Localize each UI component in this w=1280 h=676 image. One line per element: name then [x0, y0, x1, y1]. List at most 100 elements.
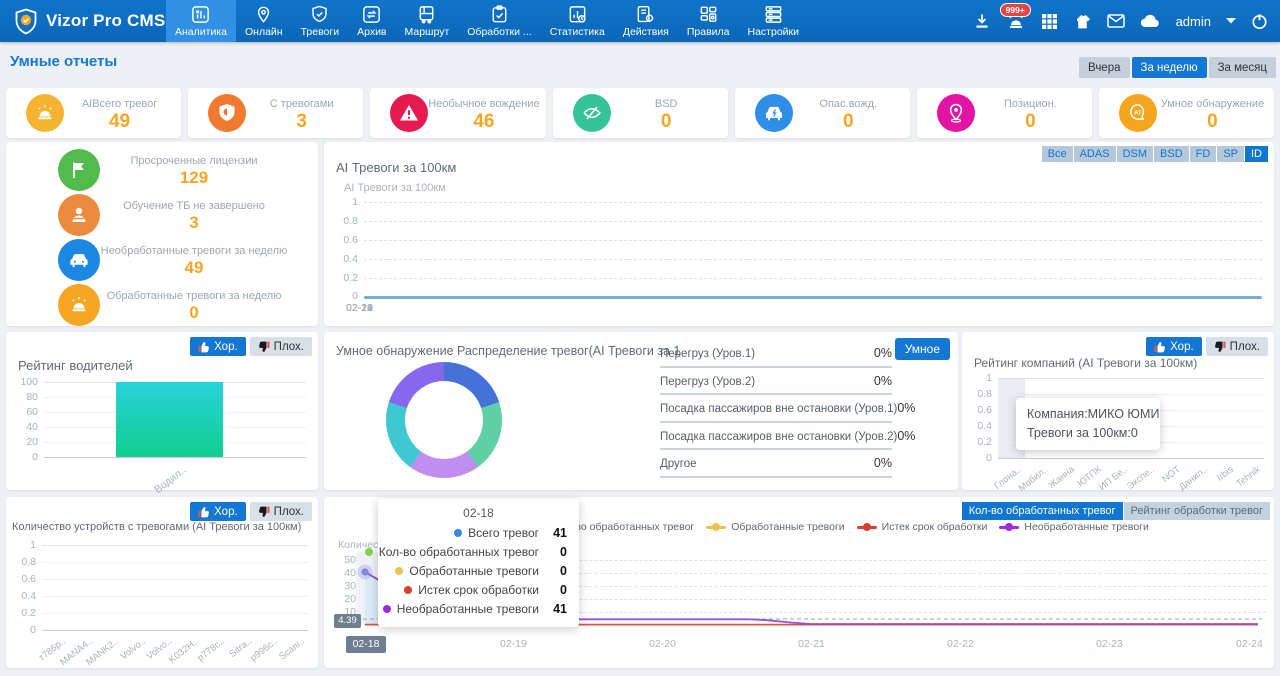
dashboard: Vizor Pro CMS Аналитика Онлайн Тревог	[0, 0, 1280, 676]
filter-bsd[interactable]: BSD	[1154, 146, 1189, 162]
filter-id[interactable]: ID	[1245, 146, 1268, 162]
series-dot	[395, 567, 403, 575]
location-pin-icon	[937, 94, 975, 132]
legend-label: Необработанные тревоги	[1024, 521, 1149, 533]
driver-rating-bar[interactable]	[116, 382, 223, 457]
cloud-icon[interactable]	[1140, 14, 1161, 28]
kpi-label: Просроченные лицензии	[131, 155, 258, 167]
tooltip-row: Обработанные тревоги 0	[390, 561, 567, 580]
tab-settings[interactable]: Настройки	[739, 0, 809, 42]
y-tick: 0.2	[14, 607, 36, 619]
bus-icon	[416, 4, 437, 25]
alarm-distribution-donut[interactable]	[386, 362, 502, 478]
good-button[interactable]: Хор.	[190, 337, 246, 356]
devices-alarms-panel: Хор. Плох. Количество устройств с тревог…	[6, 497, 318, 668]
stat-card-with-alarms[interactable]: С тревогами 3	[188, 88, 363, 138]
tab-alarms[interactable]: Тревоги	[292, 0, 349, 42]
legend-expired[interactable]: Истек срок обработки	[857, 521, 988, 533]
bad-label: Плох.	[1230, 341, 1260, 353]
tab-statistics[interactable]: Статистика	[541, 0, 614, 42]
stat-card-dangerous-driving[interactable]: Опас.вожд. 0	[735, 88, 910, 138]
stat-card-smart-detection[interactable]: AI Умное обнаружение 0	[1099, 88, 1274, 138]
svg-text:AI: AI	[1134, 110, 1141, 117]
period-yesterday[interactable]: Вчера	[1079, 57, 1129, 78]
period-month[interactable]: За месяц	[1209, 57, 1276, 78]
stat-value: 0	[1207, 111, 1218, 132]
bad-button[interactable]: Плох.	[250, 502, 312, 521]
good-button[interactable]: Хор.	[190, 502, 246, 521]
logo-shield-icon	[14, 8, 38, 35]
tooltip-value: 41	[545, 526, 567, 540]
download-icon[interactable]	[973, 12, 991, 30]
y-tick: 40	[12, 421, 38, 433]
smart-button[interactable]: Умное	[895, 338, 950, 360]
bad-button[interactable]: Плох.	[1206, 337, 1268, 356]
kpi-value: 3	[189, 213, 198, 232]
apps-grid-icon[interactable]	[1041, 13, 1058, 30]
x-category: Экспе..	[1125, 464, 1157, 492]
tab-processing[interactable]: Обработки ...	[458, 0, 540, 42]
tab-actions[interactable]: Действия	[614, 0, 678, 42]
company-tooltip: Компания:МИКО ЮМИ Тревоги за 100км:0	[1016, 398, 1160, 450]
filter-adas[interactable]: ADAS	[1074, 146, 1116, 162]
stat-card-position[interactable]: Позицион. 0	[917, 88, 1092, 138]
toggle-processing-rating[interactable]: Рейтинг обработки тревог	[1124, 502, 1270, 520]
tab-rules[interactable]: Правила	[678, 0, 739, 42]
stat-card-total-alarms[interactable]: AIВсего тревог 49	[6, 88, 181, 138]
chevron-down-icon[interactable]	[1226, 18, 1236, 24]
power-icon[interactable]	[1251, 13, 1268, 30]
stat-card-bsd[interactable]: BSD 0	[553, 88, 728, 138]
user-name[interactable]: admin	[1176, 14, 1211, 29]
item-label: Перегруз (Уров.1)	[660, 348, 755, 360]
page-title: Умные отчеты	[10, 53, 117, 70]
item-value: 0%	[874, 374, 892, 388]
smart-detection-panel: Умное обнаружение Распределение тревог(A…	[324, 332, 958, 490]
filter-all[interactable]: Все	[1042, 146, 1073, 162]
tab-label: Настройки	[748, 26, 800, 38]
tab-online[interactable]: Онлайн	[236, 0, 292, 42]
mail-icon[interactable]	[1107, 14, 1125, 28]
chart-title: AI Тревоги за 100км	[336, 160, 456, 175]
server-stack-icon	[763, 4, 784, 25]
tab-label: Обработки ...	[467, 26, 531, 38]
kpi-value: 0	[189, 303, 198, 322]
period-week[interactable]: За неделю	[1132, 57, 1207, 78]
list-item: Перегруз (Уров.2) 0%	[660, 368, 892, 396]
y-tick: 0	[970, 452, 992, 464]
x-category: Tehnik	[1234, 464, 1262, 490]
y-tick: 1	[334, 196, 358, 208]
x-category: Мобил..	[1017, 464, 1051, 494]
filter-fd[interactable]: FD	[1190, 146, 1217, 162]
driver-icon	[58, 194, 100, 236]
legend-label: Обработанные тревоги	[731, 521, 844, 533]
x-category: Жанна	[1046, 464, 1076, 491]
good-button[interactable]: Хор.	[1146, 337, 1202, 356]
thumb-up-icon	[198, 341, 210, 353]
thumb-up-icon	[198, 506, 210, 518]
bad-button[interactable]: Плох.	[250, 337, 312, 356]
tab-analytics[interactable]: Аналитика	[166, 0, 236, 42]
tab-archive[interactable]: Архив	[348, 0, 395, 42]
legend-processed-alarms[interactable]: Обработанные тревоги	[706, 521, 844, 533]
stat-label: С тревогами	[270, 98, 334, 110]
top-nav-bar: Vizor Pro CMS Аналитика Онлайн Тревог	[0, 0, 1280, 42]
filter-sp[interactable]: SP	[1217, 146, 1244, 162]
stat-label: Умное обнаружение	[1161, 98, 1264, 110]
stat-label: BSD	[655, 98, 678, 110]
shirt-icon[interactable]	[1073, 13, 1092, 30]
legend-unprocessed[interactable]: Необработанные тревоги	[999, 521, 1149, 533]
siren-icon	[58, 284, 100, 326]
filter-dsm[interactable]: DSM	[1117, 146, 1153, 162]
stat-card-unusual-driving[interactable]: Необычное вождение 46	[370, 88, 545, 138]
legend-marker	[857, 526, 877, 529]
list-item: Посадка пассажиров вне остановки (Уров.2…	[660, 423, 892, 451]
y-tick: 20	[12, 436, 38, 448]
series-dot	[404, 586, 412, 594]
tab-route[interactable]: Маршрут	[396, 0, 459, 42]
tooltip-row: Истек срок обработки 0	[390, 580, 567, 599]
tab-label: Архив	[357, 26, 386, 38]
alerts-bell[interactable]: 999+	[1006, 12, 1026, 31]
kpi-label: Обучение ТБ не завершено	[123, 200, 265, 212]
toggle-processed-count[interactable]: Кол-во обработанных тревог	[962, 502, 1123, 520]
y-tick: 0	[12, 451, 38, 463]
